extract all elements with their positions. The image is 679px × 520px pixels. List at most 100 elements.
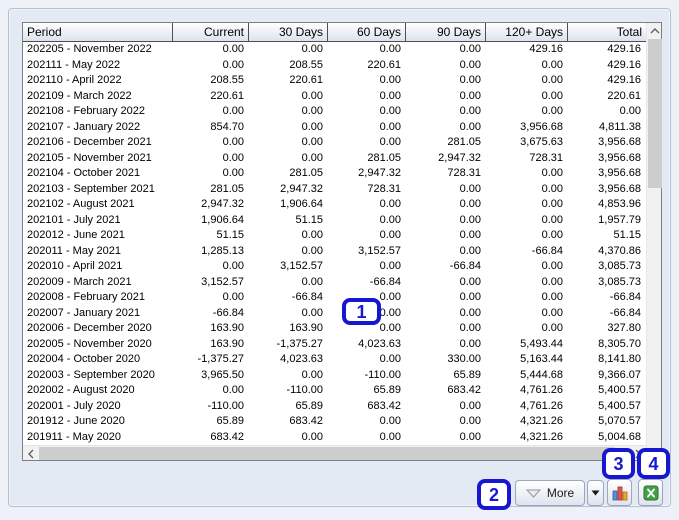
amount-cell: -110.00: [207, 399, 245, 412]
table-row[interactable]: 202007 - January 2021 -66.84 0.00 0.00 0.00 0…: [23, 306, 646, 322]
table-row[interactable]: 202108 - February 2022 0.00 0.00 0.00 0.00 0.…: [23, 104, 646, 120]
amount-cell: 3,956.68: [598, 151, 641, 164]
amount-cell: 1,957.79: [598, 213, 641, 226]
amount-cell: 0.00: [379, 415, 401, 427]
amount-cell: 0.00: [379, 260, 401, 272]
table-row[interactable]: 202004 - October 2020 -1,375.27 4,023.63 0.…: [23, 352, 646, 368]
table-row[interactable]: 202106 - December 2021 0.00 0.00 0.00 281.05…: [23, 135, 646, 151]
amount-cell: 0.00: [459, 198, 481, 210]
table-row[interactable]: 202105 - November 2021 0.00 0.00 281.05 2,94…: [23, 151, 646, 167]
amount-cell: 220.61: [367, 58, 401, 71]
table-row[interactable]: 202009 - March 2021 3,152.57 0.00 -66.84 0.0…: [23, 275, 646, 291]
period-cell: 202105 - November 2021: [27, 151, 152, 164]
horizontal-scrollbar[interactable]: [23, 445, 646, 460]
amount-cell: 0.00: [459, 105, 481, 117]
column-header-30-days[interactable]: 30 Days: [249, 23, 328, 41]
amount-cell: 0.00: [459, 229, 481, 241]
table-row[interactable]: 202005 - November 2020 163.90 -1,375.27 4,0…: [23, 337, 646, 353]
period-cell: 201912 - June 2020: [27, 415, 125, 427]
amount-cell: 281.05: [367, 151, 401, 164]
amount-cell: 3,085.73: [598, 275, 641, 288]
amount-cell: 3,956.68: [598, 167, 641, 179]
excel-export-button[interactable]: [638, 479, 663, 506]
amount-cell: 281.05: [210, 182, 244, 195]
amount-cell: 5,400.57: [598, 384, 641, 396]
scroll-up-button[interactable]: [647, 23, 663, 38]
amount-cell: 0.00: [541, 322, 563, 334]
amount-cell: 429.16: [607, 43, 641, 55]
period-cell: 202009 - March 2021: [27, 275, 132, 288]
amount-cell: 683.42: [289, 415, 323, 427]
period-cell: 202110 - April 2022: [27, 74, 122, 86]
amount-cell: 0.00: [541, 89, 563, 102]
triangle-down-outline-icon: [525, 489, 541, 498]
amount-cell: 1,906.64: [280, 198, 323, 210]
amount-cell: 8,141.80: [598, 353, 641, 365]
table-row[interactable]: 202102 - August 2021 2,947.32 1,906.64 0.00…: [23, 197, 646, 213]
table-row[interactable]: 202104 - October 2021 0.00 281.05 2,947.32 7…: [23, 166, 646, 182]
vertical-scroll-thumb[interactable]: [648, 39, 662, 188]
more-button-label: More: [546, 486, 575, 500]
amount-cell: 728.31: [367, 182, 401, 195]
table-row[interactable]: 201911 - May 2020 683.42 0.00 0.00 0.00 4,321…: [23, 430, 646, 446]
amount-cell: 5,070.57: [598, 415, 641, 427]
table-row[interactable]: 202010 - April 2021 0.00 3,152.57 0.00 -66.8…: [23, 259, 646, 275]
period-cell: 202108 - February 2022: [27, 105, 146, 117]
amount-cell: 163.90: [210, 322, 244, 334]
table-row[interactable]: 202111 - May 2022 0.00 208.55 220.61 0.00 0.0…: [23, 58, 646, 74]
amount-cell: 2,947.32: [438, 151, 481, 164]
aging-table: Period Current 30 Days 60 Days 90 Days 120+ D…: [22, 22, 662, 461]
amount-cell: 0.00: [301, 120, 323, 133]
table-row[interactable]: 202101 - July 2021 1,906.64 51.15 0.00 0.00 0…: [23, 213, 646, 229]
amount-cell: 0.00: [379, 43, 401, 55]
table-row[interactable]: 201912 - June 2020 65.89 683.42 0.00 0.00 4,3…: [23, 414, 646, 430]
table-row[interactable]: 202109 - March 2022 220.61 0.00 0.00 0.00 0.0…: [23, 89, 646, 105]
column-header-period[interactable]: Period: [23, 23, 173, 41]
amount-cell: 0.00: [379, 136, 401, 148]
dropdown-arrow-icon: [591, 490, 600, 496]
bar-chart-icon: [612, 486, 627, 500]
scroll-left-button[interactable]: [23, 446, 39, 461]
amount-cell: 163.90: [289, 322, 323, 334]
table-row[interactable]: 202008 - February 2021 0.00 -66.84 0.00 0.00…: [23, 290, 646, 306]
more-button[interactable]: More: [515, 480, 585, 506]
period-cell: 202106 - December 2021: [27, 136, 152, 148]
amount-cell: 0.00: [541, 213, 563, 226]
period-cell: 202008 - February 2021: [27, 291, 146, 303]
horizontal-scroll-thumb[interactable]: [39, 447, 615, 460]
period-cell: 202103 - September 2021: [27, 182, 155, 195]
period-cell: 202107 - January 2022: [27, 120, 141, 133]
amount-cell: -110.00: [364, 368, 402, 381]
amount-cell: 3,956.68: [520, 120, 563, 133]
annotation-mark-2: 2: [477, 479, 511, 510]
amount-cell: 4,811.38: [598, 120, 641, 133]
more-dropdown-button[interactable]: [587, 480, 604, 506]
amount-cell: 3,965.50: [201, 368, 244, 381]
table-row[interactable]: 202103 - September 2021 281.05 2,947.32 728…: [23, 182, 646, 198]
table-row[interactable]: 202205 - November 2022 0.00 0.00 0.00 0.00 42…: [23, 42, 646, 58]
column-header-total[interactable]: Total: [568, 23, 646, 41]
table-row[interactable]: 202006 - December 2020 163.90 163.90 0.00 0.…: [23, 321, 646, 337]
column-header-120-days[interactable]: 120+ Days: [486, 23, 568, 41]
vertical-scrollbar[interactable]: [646, 23, 663, 460]
amount-cell: 0.00: [459, 89, 481, 102]
table-row[interactable]: 202003 - September 2020 3,965.50 0.00 -110.…: [23, 368, 646, 384]
table-row[interactable]: 202011 - May 2021 1,285.13 0.00 3,152.57 0.0…: [23, 244, 646, 260]
column-header-60-days[interactable]: 60 Days: [328, 23, 406, 41]
column-header-current[interactable]: Current: [173, 23, 249, 41]
amount-cell: 0.00: [379, 229, 401, 241]
chart-button[interactable]: [607, 479, 632, 506]
amount-cell: 0.00: [301, 89, 323, 102]
table-row[interactable]: 202110 - April 2022 208.55 220.61 0.00 0.00 0…: [23, 73, 646, 89]
amount-cell: 3,956.68: [598, 136, 641, 148]
table-row[interactable]: 202107 - January 2022 854.70 0.00 0.00 0.00 3…: [23, 120, 646, 136]
amount-cell: 3,085.73: [598, 260, 641, 272]
amount-cell: 0.00: [459, 415, 481, 427]
amount-cell: 0.00: [619, 105, 641, 117]
period-cell: 202109 - March 2022: [27, 89, 132, 102]
table-row[interactable]: 202012 - June 2021 51.15 0.00 0.00 0.00 0.00 5…: [23, 228, 646, 244]
column-header-90-days[interactable]: 90 Days: [406, 23, 486, 41]
table-row[interactable]: 202002 - August 2020 0.00 -110.00 65.89 683.…: [23, 383, 646, 399]
table-row[interactable]: 202001 - July 2020 -110.00 65.89 683.42 0.00…: [23, 399, 646, 415]
amount-cell: 0.00: [541, 167, 563, 179]
